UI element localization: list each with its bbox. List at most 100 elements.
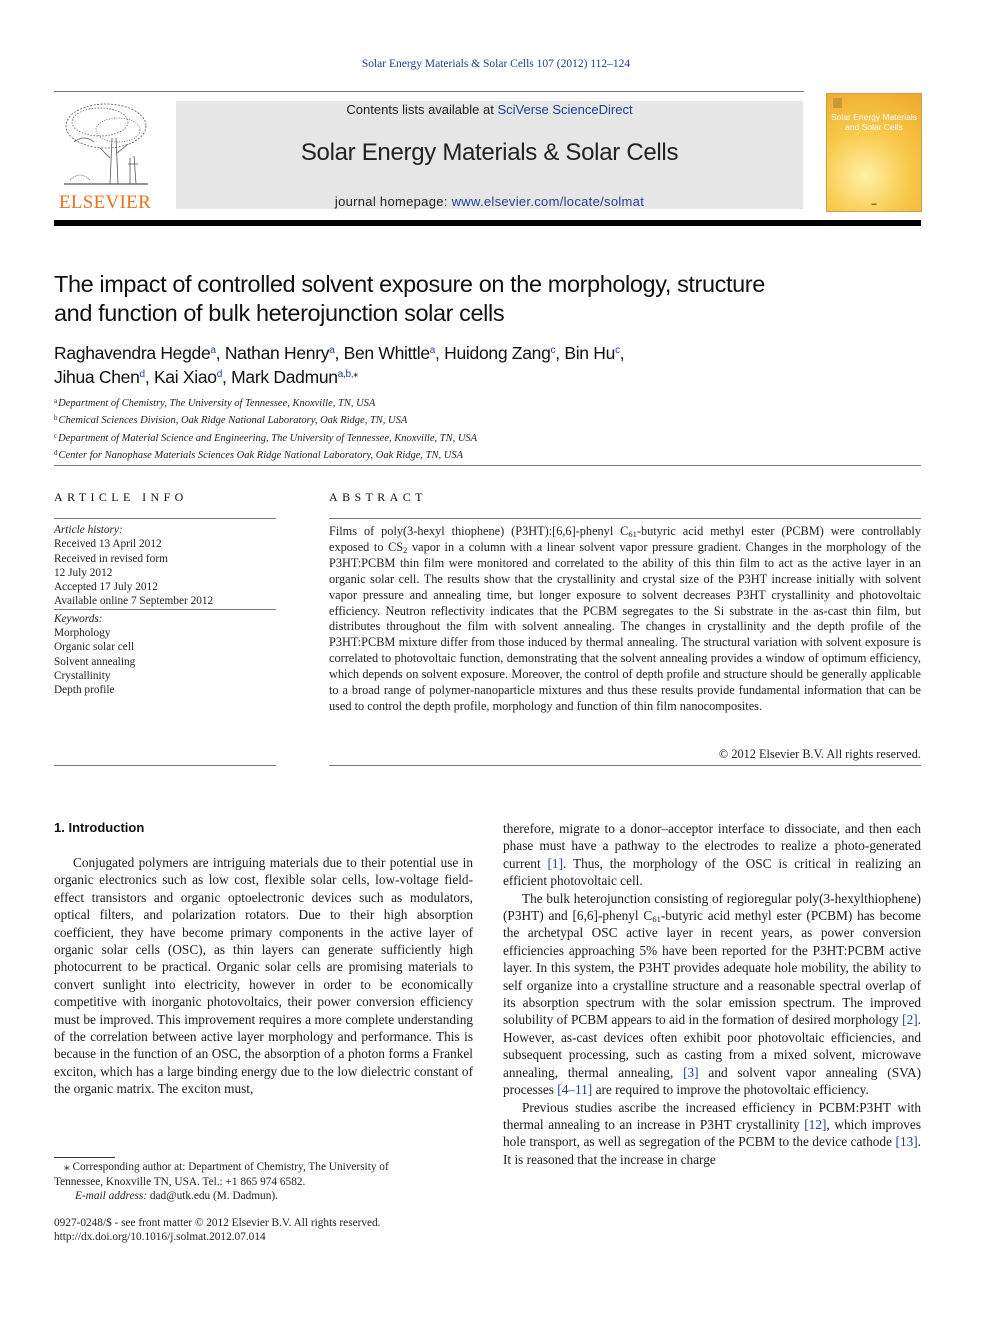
elsevier-logo[interactable]: ELSEVIER bbox=[54, 98, 156, 214]
history-item: Received in revised form bbox=[54, 552, 168, 565]
issn-line: 0927-0248/$ - see front matter © 2012 El… bbox=[54, 1217, 381, 1229]
footnote-rule bbox=[54, 1157, 115, 1158]
footnote-line: ⁎ Corresponding author at: Department of… bbox=[64, 1161, 389, 1173]
affiliation-key: a bbox=[54, 397, 58, 405]
affiliation-list: aDepartment of Chemistry, The University… bbox=[54, 394, 924, 463]
citation-link[interactable]: [3] bbox=[683, 1065, 699, 1080]
affiliation-item: bChemical Sciences Division, Oak Ridge N… bbox=[54, 411, 924, 428]
history-item: Accepted 17 July 2012 bbox=[54, 581, 158, 594]
affiliation-key: b bbox=[54, 414, 58, 423]
affiliation-text: Center for Nanophase Materials Sciences … bbox=[58, 449, 464, 461]
masthead-rule-top bbox=[54, 91, 804, 92]
email-line: E-mail address: dad@utk.edu (M. Dadmun). bbox=[54, 1189, 473, 1204]
sciencedirect-link[interactable]: SciVerse ScienceDirect bbox=[497, 102, 632, 117]
affiliation-item: aDepartment of Chemistry, The University… bbox=[54, 394, 924, 411]
corresponding-author-mark-icon: ⁎ bbox=[353, 369, 358, 380]
citation-link[interactable]: [12] bbox=[804, 1117, 826, 1132]
body-column-right: therefore, migrate to a donor–acceptor i… bbox=[503, 820, 921, 1168]
divider bbox=[329, 518, 921, 519]
author-separator: , bbox=[215, 343, 225, 363]
cover-title: Solar Energy Materials and Solar Cells bbox=[831, 112, 917, 132]
contents-prefix: Contents lists available at bbox=[346, 102, 498, 117]
text-fragment: . Thus, the morphology of the OSC is cri… bbox=[503, 855, 921, 889]
author-line-2: Jihua Chend, Kai Xiaod, Mark Dadmuna,b,⁎ bbox=[54, 364, 924, 388]
body-paragraph: Previous studies ascribe the increased e… bbox=[503, 1099, 921, 1169]
author-name[interactable]: Mark Dadmun bbox=[231, 367, 338, 387]
abstract-fragment: Films of poly(3-hexyl thiophene) (P3HT):… bbox=[329, 524, 629, 538]
divider bbox=[54, 608, 276, 610]
article-info-panel: Article history: Received 13 April 2012 … bbox=[54, 523, 276, 698]
affiliation-item: cDepartment of Material Science and Engi… bbox=[54, 429, 924, 446]
author-separator: , bbox=[144, 367, 154, 387]
corresponding-author-footnote: ⁎ Corresponding author at: Department of… bbox=[54, 1160, 473, 1204]
author-separator: , bbox=[619, 343, 625, 363]
author-name[interactable]: Kai Xiao bbox=[154, 367, 217, 387]
body-paragraph: The bulk heterojunction consisting of re… bbox=[503, 890, 921, 1099]
elsevier-wordmark: ELSEVIER bbox=[58, 192, 152, 213]
text-fragment: are required to improve the photovoltaic… bbox=[592, 1082, 869, 1098]
doi-link[interactable]: http://dx.doi.org/10.1016/j.solmat.2012.… bbox=[54, 1230, 494, 1244]
divider bbox=[54, 465, 921, 466]
author-affiliation-link[interactable]: a,b,⁎ bbox=[338, 369, 358, 380]
subscript: 61 bbox=[628, 529, 637, 539]
abstract-heading: ABSTRACT bbox=[329, 490, 427, 504]
article-history-label: Article history: bbox=[54, 524, 123, 536]
affiliation-keys: a,b, bbox=[337, 369, 354, 380]
citation-link[interactable]: [13] bbox=[896, 1134, 918, 1149]
subscript: 61 bbox=[652, 914, 661, 925]
email-label: E-mail address: bbox=[75, 1190, 148, 1202]
keywords-label: Keywords: bbox=[54, 612, 103, 625]
keyword-item: Crystallinity bbox=[54, 669, 111, 682]
author-name[interactable]: Huidong Zang bbox=[444, 343, 551, 363]
keyword-item: Organic solar cell bbox=[54, 641, 135, 654]
article-title-line-1: The impact of controlled solvent exposur… bbox=[54, 271, 765, 297]
divider bbox=[329, 765, 921, 766]
divider bbox=[54, 765, 276, 766]
author-separator: , bbox=[334, 343, 344, 363]
front-matter-info: 0927-0248/$ - see front matter © 2012 El… bbox=[54, 1216, 494, 1245]
keyword-item: Solvent annealing bbox=[54, 655, 136, 668]
body-column-left: Conjugated polymers are intriguing mater… bbox=[54, 854, 473, 1098]
affiliation-item: dCenter for Nanophase Materials Sciences… bbox=[54, 446, 924, 463]
running-head-citation[interactable]: Solar Energy Materials & Solar Cells 107… bbox=[0, 58, 992, 70]
citation-link[interactable]: [2] bbox=[902, 1012, 918, 1027]
abstract-fragment: vapor in a column with a linear solvent … bbox=[329, 539, 921, 713]
author-name[interactable]: Nathan Henry bbox=[225, 343, 330, 363]
cover-publisher-mark: ▬ bbox=[871, 202, 877, 207]
abstract-copyright: © 2012 Elsevier B.V. All rights reserved… bbox=[718, 747, 921, 761]
affiliation-text: Department of Material Science and Engin… bbox=[58, 432, 478, 444]
citation-link[interactable]: [4–11] bbox=[557, 1082, 592, 1097]
body-paragraph: Conjugated polymers are intriguing mater… bbox=[54, 855, 473, 1097]
article-info-heading: ARTICLE INFO bbox=[54, 490, 188, 504]
affiliation-text: Chemical Sciences Division, Oak Ridge Na… bbox=[58, 415, 408, 427]
author-separator: , bbox=[221, 367, 232, 387]
abstract-text: Films of poly(3-hexyl thiophene) (P3HT):… bbox=[329, 524, 921, 715]
author-list: Raghavendra Hegdea, Nathan Henrya, Ben W… bbox=[54, 340, 924, 388]
keywords-block: Keywords: Morphology Organic solar cell … bbox=[54, 612, 276, 698]
author-name[interactable]: Bin Hu bbox=[564, 343, 615, 363]
journal-homepage-link[interactable]: www.elsevier.com/locate/solmat bbox=[452, 194, 645, 209]
journal-homepage-line: journal homepage: www.elsevier.com/locat… bbox=[176, 194, 803, 209]
author-line-1: Raghavendra Hegdea, Nathan Henrya, Ben W… bbox=[54, 340, 924, 364]
history-item: 12 July 2012 bbox=[54, 566, 113, 579]
divider bbox=[54, 518, 276, 519]
email-address[interactable]: dad@utk.edu (M. Dadmun). bbox=[147, 1190, 278, 1202]
author-separator: , bbox=[555, 343, 565, 363]
journal-cover-thumbnail[interactable]: Solar Energy Materials and Solar Cells ▬ bbox=[826, 93, 922, 212]
affiliation-text: Department of Chemistry, The University … bbox=[58, 398, 376, 409]
citation-link[interactable]: [1] bbox=[548, 856, 564, 871]
homepage-prefix: journal homepage: bbox=[334, 194, 452, 209]
affiliation-key: d bbox=[54, 448, 58, 457]
author-name[interactable]: Jihua Chen bbox=[54, 367, 140, 387]
footnote-line: Tennessee, Knoxville TN, USA. Tel.: +1 8… bbox=[54, 1175, 306, 1188]
journal-masthead: Contents lists available at SciVerse Sci… bbox=[176, 101, 803, 209]
body-paragraph: therefore, migrate to a donor–acceptor i… bbox=[503, 820, 921, 890]
cover-publisher-badge-icon bbox=[833, 98, 842, 108]
text-fragment: -butyric acid methyl ester (PCBM) has be… bbox=[503, 908, 921, 1028]
author-name[interactable]: Raghavendra Hegde bbox=[54, 343, 211, 363]
history-item: Available online 7 September 2012 bbox=[54, 595, 214, 608]
article-title: The impact of controlled solvent exposur… bbox=[54, 270, 924, 328]
author-name[interactable]: Ben Whittle bbox=[344, 343, 430, 363]
masthead-rule-thick bbox=[54, 220, 921, 226]
keyword-item: Morphology bbox=[54, 627, 111, 640]
